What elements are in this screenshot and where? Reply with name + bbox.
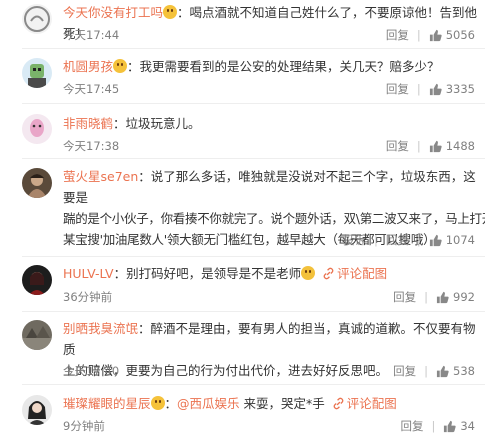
divider: |	[416, 82, 421, 96]
avatar[interactable]	[22, 168, 52, 198]
comment-text: 别打码好吧，是领导是不是老师	[126, 266, 302, 281]
thumbs-up-icon	[436, 291, 449, 303]
timestamp: 今天17:38	[63, 139, 120, 153]
sad-emoji-icon	[301, 266, 316, 280]
thumbs-up-icon	[429, 29, 442, 41]
username-link[interactable]: 别晒我臭流氓	[63, 321, 138, 336]
like-button[interactable]: 3335	[429, 82, 475, 96]
avatar[interactable]	[22, 265, 52, 295]
divider	[22, 158, 485, 159]
like-count: 5056	[445, 28, 475, 42]
comment-item: 非雨晓鹤：垃圾玩意儿。 今天17:38 回复 | 1488	[0, 110, 485, 154]
username-link[interactable]: HULV-LV	[63, 266, 114, 281]
comment-item: 今天你没有打工吗 ：喝点酒就不知道自己姓什么了，不要原谅他！告到他死！ 今天17:…	[0, 2, 485, 46]
report-button[interactable]: 投诉	[343, 232, 366, 248]
like-count: 1488	[445, 139, 475, 153]
comment-text: 我更需要看到的是公安的处理结果，关几天？赔多少？	[139, 59, 440, 74]
reply-button[interactable]: 回复	[400, 418, 423, 433]
like-count: 3335	[445, 82, 475, 96]
grin-emoji-icon	[163, 5, 178, 19]
divider	[22, 103, 485, 104]
timestamp: 今天17:45	[63, 82, 120, 96]
avatar[interactable]	[22, 4, 52, 34]
timestamp: 今天17:40	[63, 364, 120, 378]
username-link[interactable]: 萤火星se7en	[63, 169, 138, 184]
divider: |	[431, 419, 436, 433]
username-link[interactable]: 机圆男孩	[63, 59, 113, 74]
thumbs-up-icon	[444, 420, 457, 432]
avatar[interactable]	[22, 114, 52, 144]
divider: |	[416, 139, 421, 153]
divider: |	[424, 364, 429, 378]
comment-item: 别晒我臭流氓：醉酒不是理由，要有男人的担当，真诚的道歉。不仅要有物质 上的赔偿，…	[0, 318, 485, 380]
like-button[interactable]: 34	[443, 419, 475, 433]
timestamp: 36分钟前	[63, 290, 113, 304]
divider	[22, 384, 485, 385]
divider	[22, 311, 485, 312]
like-count: 538	[453, 364, 475, 378]
reply-button[interactable]: 回复	[386, 81, 409, 97]
like-button[interactable]: 5056	[429, 28, 475, 42]
timestamp: 今天17:44	[63, 28, 120, 42]
comment-item: HULV-LV：别打码好吧，是领导是不是老师 评论配图 36分钟前 回复 | 9…	[0, 263, 485, 307]
divider	[22, 48, 485, 49]
comment-text: 踹的是个小伙子，你看揍不你就完了。说个题外话，双\第二波又来了，马上打开	[63, 211, 485, 226]
divider: |	[416, 28, 421, 42]
avatar[interactable]	[22, 320, 52, 350]
reply-button[interactable]: 回复	[386, 27, 409, 43]
like-button[interactable]: 1074	[429, 233, 475, 247]
mention-link[interactable]: @西瓜娱乐	[177, 396, 240, 411]
like-button[interactable]: 538	[436, 364, 475, 378]
comment-text: 垃圾玩意儿。	[125, 116, 201, 131]
like-count: 992	[453, 290, 475, 304]
avatar[interactable]	[22, 58, 52, 88]
thumbs-up-icon	[436, 365, 449, 377]
link-icon	[323, 267, 334, 280]
comment-item: 萤火星se7en：说了那么多话，唯独就是没说对不起三个字，垃圾东西，这要是 踹的…	[0, 166, 485, 252]
reply-button[interactable]: 回复	[393, 289, 416, 305]
username-link[interactable]: 璀璨耀眼的星辰	[63, 396, 151, 411]
like-count: 34	[460, 419, 475, 433]
timestamp: 9分钟前	[63, 419, 105, 433]
like-button[interactable]: 1488	[429, 139, 475, 153]
comment-text: 来耍，哭定*手	[243, 396, 325, 411]
reply-button[interactable]: 回复	[386, 138, 409, 154]
avatar[interactable]	[22, 395, 52, 425]
grin-emoji-icon	[150, 396, 165, 410]
comment-item: 璀璨耀眼的星辰 ：@西瓜娱乐 来耍，哭定*手 评论配图 9分钟前 回复 | 34	[0, 393, 485, 433]
thumbs-up-icon	[429, 140, 442, 152]
grin-emoji-icon	[113, 59, 128, 73]
thumbs-up-icon	[429, 83, 442, 95]
username-link[interactable]: 非雨晓鹤	[63, 116, 113, 131]
divider: |	[424, 290, 429, 304]
like-button[interactable]: 992	[436, 290, 475, 304]
username-link[interactable]: 今天你没有打工吗	[63, 5, 163, 20]
divider: |	[416, 233, 421, 247]
reply-button[interactable]: 回复	[386, 232, 409, 248]
divider	[22, 256, 485, 257]
thumbs-up-icon	[429, 234, 442, 246]
comment-item: 机圆男孩 ：我更需要看到的是公安的处理结果，关几天？赔多少？ 今天17:45 回复…	[0, 56, 485, 100]
divider: |	[373, 233, 378, 247]
comment-image-link[interactable]: 评论配图	[337, 266, 387, 281]
like-count: 1074	[445, 233, 475, 247]
reply-button[interactable]: 回复	[393, 363, 416, 379]
comment-image-link[interactable]: 评论配图	[347, 396, 397, 411]
link-icon	[333, 397, 344, 410]
